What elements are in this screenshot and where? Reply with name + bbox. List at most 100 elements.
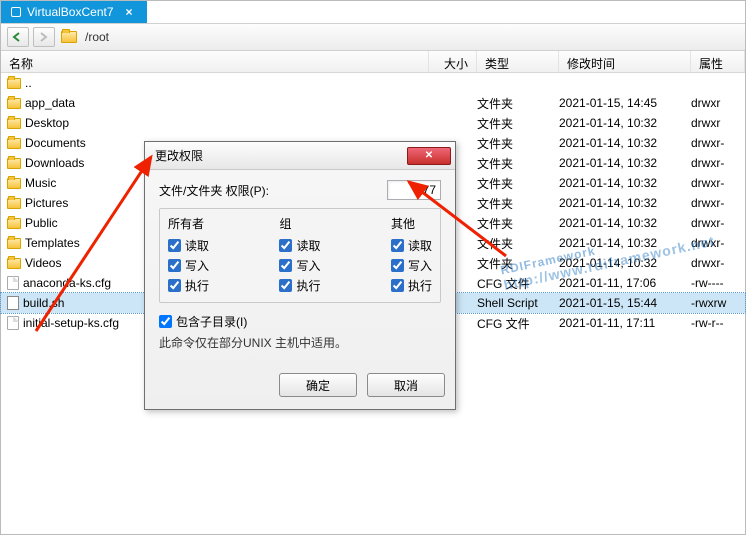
file-name: Music bbox=[25, 176, 56, 190]
perm-label: 文件/文件夹 权限(P): bbox=[159, 182, 269, 199]
file-modified: 2021-01-11, 17:11 bbox=[559, 316, 691, 330]
folder-icon bbox=[7, 198, 21, 209]
folder-icon bbox=[7, 238, 21, 249]
file-name: Downloads bbox=[25, 156, 84, 170]
file-attr: drwxr- bbox=[691, 136, 745, 150]
group-write[interactable]: 写入 bbox=[279, 257, 320, 274]
col-size[interactable]: 大小 bbox=[429, 51, 477, 72]
file-attr: drwxr- bbox=[691, 156, 745, 170]
file-attr: drwxr- bbox=[691, 256, 745, 270]
path-input[interactable]: /root bbox=[85, 30, 739, 44]
owner-execute[interactable]: 执行 bbox=[168, 277, 209, 294]
file-type: 文件夹 bbox=[477, 115, 559, 132]
file-name: app_data bbox=[25, 96, 75, 110]
file-name: build.sh bbox=[23, 296, 64, 310]
folder-icon bbox=[7, 98, 21, 109]
file-type: 文件夹 bbox=[477, 135, 559, 152]
table-row[interactable]: Desktop 文件夹2021-01-14, 10:32drwxr bbox=[1, 113, 745, 133]
file-type: 文件夹 bbox=[477, 215, 559, 232]
file-modified: 2021-01-14, 10:32 bbox=[559, 176, 691, 190]
file-name: Videos bbox=[25, 256, 61, 270]
folder-icon bbox=[7, 78, 21, 89]
folder-icon bbox=[7, 218, 21, 229]
folder-icon bbox=[7, 178, 21, 189]
folder-icon bbox=[61, 31, 77, 43]
group-other: 其他 读取 写入 执行 bbox=[391, 215, 432, 294]
folder-icon bbox=[7, 158, 21, 169]
tab-icon bbox=[11, 7, 21, 17]
file-attr: -rw-r-- bbox=[691, 316, 745, 330]
table-row[interactable]: .. bbox=[1, 73, 745, 93]
folder-icon bbox=[7, 118, 21, 129]
include-subdir-checkbox[interactable]: 包含子目录(I) bbox=[159, 313, 441, 330]
folder-icon bbox=[7, 138, 21, 149]
other-write[interactable]: 写入 bbox=[391, 257, 432, 274]
cancel-button[interactable]: 取消 bbox=[367, 373, 445, 397]
file-attr: drwxr- bbox=[691, 176, 745, 190]
other-execute[interactable]: 执行 bbox=[391, 277, 432, 294]
file-icon bbox=[7, 316, 19, 330]
file-attr: -rw---- bbox=[691, 276, 745, 290]
other-label: 其他 bbox=[391, 215, 432, 232]
file-attr: drwxr- bbox=[691, 196, 745, 210]
file-modified: 2021-01-14, 10:32 bbox=[559, 136, 691, 150]
file-modified: 2021-01-14, 10:32 bbox=[559, 196, 691, 210]
owner-label: 所有者 bbox=[168, 215, 209, 232]
toolbar: /root bbox=[1, 23, 745, 51]
file-type: 文件夹 bbox=[477, 175, 559, 192]
file-name: Pictures bbox=[25, 196, 68, 210]
tab-active[interactable]: VirtualBoxCent7 × bbox=[1, 1, 147, 23]
file-modified: 2021-01-14, 10:32 bbox=[559, 156, 691, 170]
other-read[interactable]: 读取 bbox=[391, 237, 432, 254]
file-modified: 2021-01-15, 14:45 bbox=[559, 96, 691, 110]
file-icon bbox=[7, 276, 19, 290]
dialog-titlebar[interactable]: 更改权限 ✕ bbox=[145, 142, 455, 170]
group-execute[interactable]: 执行 bbox=[279, 277, 320, 294]
file-name: initial-setup-ks.cfg bbox=[23, 316, 119, 330]
col-name[interactable]: 名称 bbox=[1, 51, 429, 72]
file-modified: 2021-01-14, 10:32 bbox=[559, 216, 691, 230]
col-attr[interactable]: 属性 bbox=[691, 51, 745, 72]
permission-groups: 所有者 读取 写入 执行 组 读取 写入 执行 其他 读取 写入 执行 bbox=[159, 208, 441, 303]
file-type: 文件夹 bbox=[477, 155, 559, 172]
folder-icon bbox=[7, 258, 21, 269]
file-type: 文件夹 bbox=[477, 255, 559, 272]
owner-read[interactable]: 读取 bbox=[168, 237, 209, 254]
sh-icon bbox=[7, 296, 19, 310]
file-type: 文件夹 bbox=[477, 235, 559, 252]
close-icon[interactable]: × bbox=[126, 5, 133, 19]
file-type: 文件夹 bbox=[477, 95, 559, 112]
dialog-note: 此命令仅在部分UNIX 主机中适用。 bbox=[159, 334, 441, 351]
close-button[interactable]: ✕ bbox=[407, 147, 451, 165]
file-modified: 2021-01-11, 17:06 bbox=[559, 276, 691, 290]
file-name: Desktop bbox=[25, 116, 69, 130]
dialog-title: 更改权限 bbox=[155, 147, 203, 164]
group-read[interactable]: 读取 bbox=[279, 237, 320, 254]
file-type: CFG 文件 bbox=[477, 275, 559, 292]
col-modified[interactable]: 修改时间 bbox=[559, 51, 691, 72]
file-name: .. bbox=[25, 76, 32, 90]
perm-input[interactable] bbox=[387, 180, 441, 200]
table-row[interactable]: app_data文件夹2021-01-15, 14:45drwxr bbox=[1, 93, 745, 113]
file-modified: 2021-01-15, 15:44 bbox=[559, 296, 691, 310]
file-attr: drwxr- bbox=[691, 236, 745, 250]
tab-bar: VirtualBoxCent7 × bbox=[1, 1, 745, 23]
group-owner: 所有者 读取 写入 执行 bbox=[168, 215, 209, 294]
file-attr: drwxr bbox=[691, 116, 745, 130]
file-modified: 2021-01-14, 10:32 bbox=[559, 236, 691, 250]
file-modified: 2021-01-14, 10:32 bbox=[559, 116, 691, 130]
arrow-right-icon bbox=[38, 32, 50, 42]
file-attr: -rwxrw bbox=[691, 296, 745, 310]
file-name: anaconda-ks.cfg bbox=[23, 276, 111, 290]
file-type: Shell Script bbox=[477, 296, 559, 310]
file-type: CFG 文件 bbox=[477, 315, 559, 332]
owner-write[interactable]: 写入 bbox=[168, 257, 209, 274]
file-type: 文件夹 bbox=[477, 195, 559, 212]
column-headers: 名称 大小 类型 修改时间 属性 bbox=[1, 51, 745, 73]
ok-button[interactable]: 确定 bbox=[279, 373, 357, 397]
forward-button[interactable] bbox=[33, 27, 55, 47]
back-button[interactable] bbox=[7, 27, 29, 47]
arrow-left-icon bbox=[12, 32, 24, 42]
col-type[interactable]: 类型 bbox=[477, 51, 559, 72]
group-label: 组 bbox=[279, 215, 320, 232]
